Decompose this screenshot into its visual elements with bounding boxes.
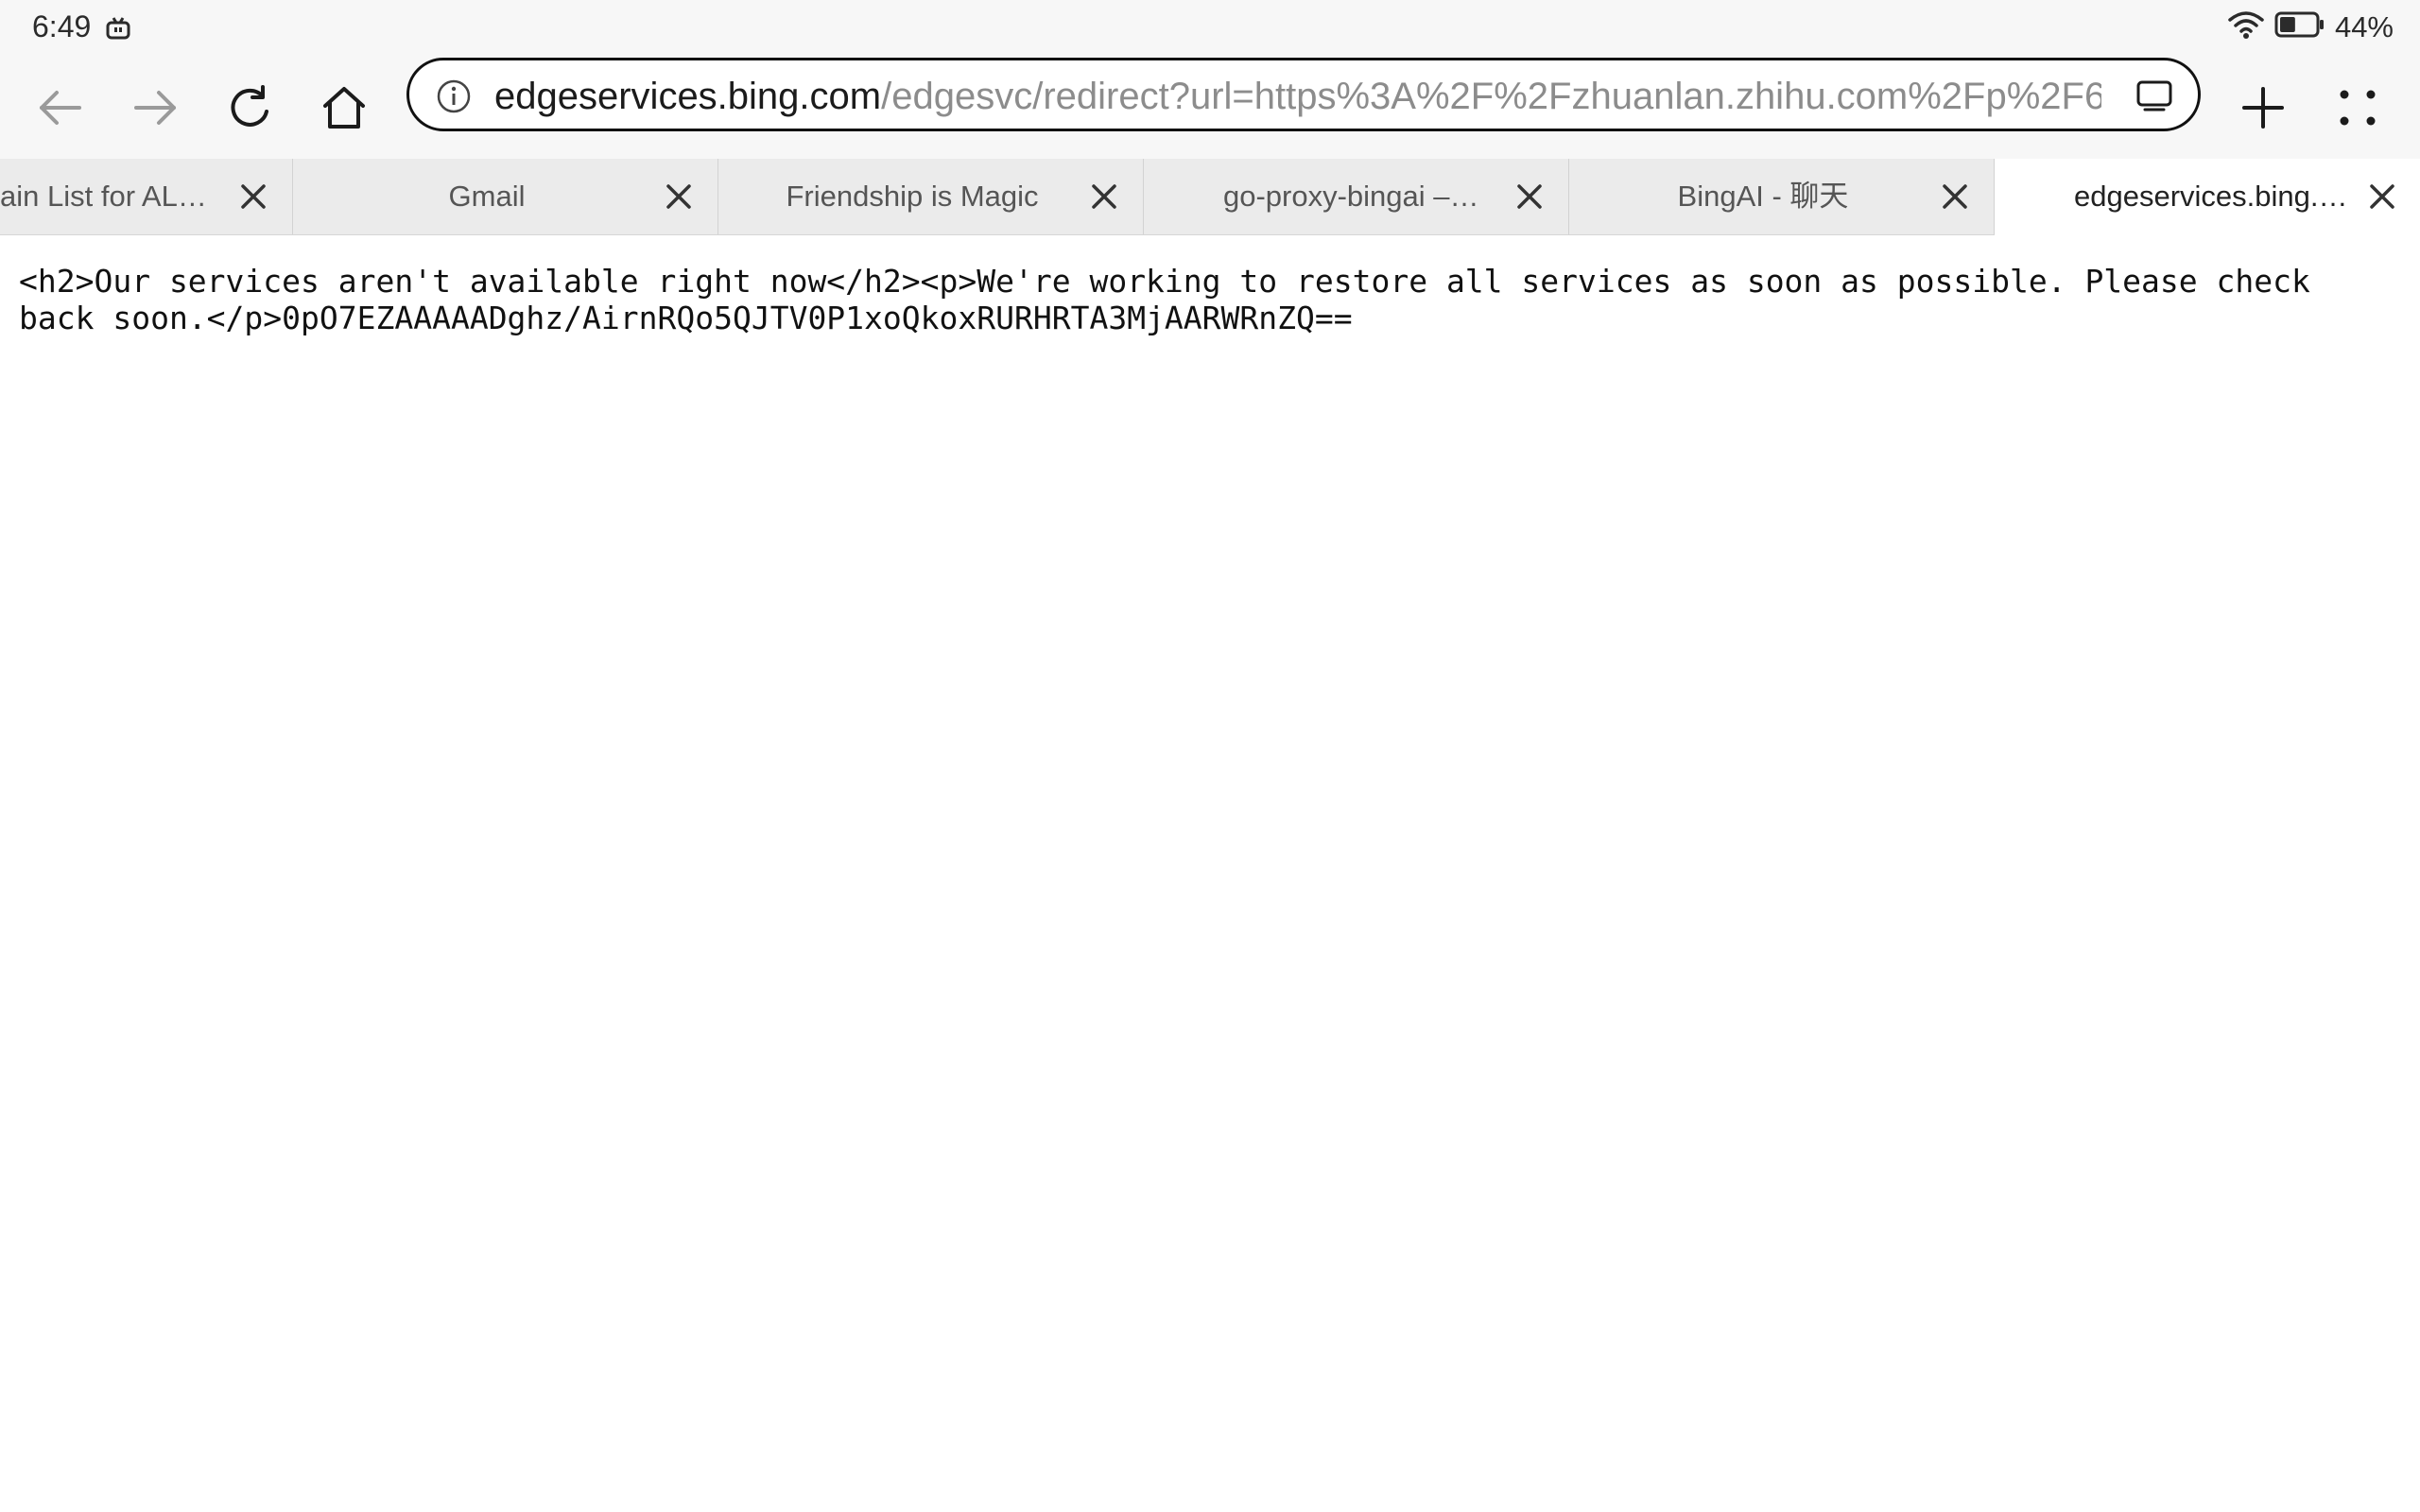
tab-strip: ain List for AL… Gmail Friendship is Mag… xyxy=(0,159,2420,235)
tab-title: BingAI - 聊天 xyxy=(1677,180,1849,213)
home-button[interactable] xyxy=(306,70,382,146)
browser-toolbar: edgeservices.bing.com/edgesvc/redirect?u… xyxy=(0,57,2420,159)
status-bar: 6:49 44% xyxy=(0,0,2420,57)
reload-button[interactable] xyxy=(212,70,287,146)
tv-icon xyxy=(106,16,130,45)
site-info-icon[interactable] xyxy=(436,78,472,119)
url-path: /edgesvc/redirect?url=https%3A%2F%2Fzhua… xyxy=(881,76,2101,117)
wifi-icon xyxy=(2227,9,2265,44)
battery-icon xyxy=(2274,10,2325,43)
tab-2[interactable]: Gmail xyxy=(293,159,718,234)
menu-button[interactable] xyxy=(2320,70,2395,146)
close-icon[interactable] xyxy=(664,181,694,212)
tab-6-active[interactable]: edgeservices.bing.… xyxy=(1995,159,2420,235)
tab-title: ain List for AL… xyxy=(0,180,207,213)
close-icon[interactable] xyxy=(1940,181,1970,212)
close-icon[interactable] xyxy=(1514,181,1545,212)
url-text[interactable]: edgeservices.bing.com/edgesvc/redirect?u… xyxy=(494,73,2101,120)
status-indicators: 44% xyxy=(2227,9,2394,44)
new-tab-button[interactable] xyxy=(2225,70,2301,146)
battery-percent: 44% xyxy=(2334,9,2394,43)
url-host: edgeservices.bing.com xyxy=(494,76,882,117)
reader-mode-icon[interactable] xyxy=(2135,79,2173,118)
forward-icon xyxy=(134,91,176,125)
tab-3[interactable]: Friendship is Magic xyxy=(718,159,1144,234)
back-button[interactable] xyxy=(23,70,98,146)
tab-4[interactable]: go-proxy-bingai –… xyxy=(1144,159,1569,234)
tab-1[interactable]: ain List for AL… xyxy=(0,159,293,234)
page-body-text: <h2>Our services aren't available right … xyxy=(19,263,2329,336)
tab-title: edgeservices.bing.… xyxy=(2074,180,2348,213)
home-icon xyxy=(323,87,365,129)
close-icon[interactable] xyxy=(1089,181,1119,212)
tab-title: go-proxy-bingai –… xyxy=(1223,180,1479,213)
reload-icon xyxy=(231,85,268,127)
menu-dots-icon xyxy=(2340,90,2376,126)
status-time: 6:49 xyxy=(32,9,92,43)
forward-button[interactable] xyxy=(117,70,193,146)
tab-5[interactable]: BingAI - 聊天 xyxy=(1569,159,1995,234)
tab-title: Gmail xyxy=(448,180,526,213)
close-icon[interactable] xyxy=(2367,181,2397,212)
back-icon xyxy=(40,91,81,125)
tab-title: Friendship is Magic xyxy=(786,180,1039,213)
close-icon[interactable] xyxy=(238,181,268,212)
address-bar[interactable]: edgeservices.bing.com/edgesvc/redirect?u… xyxy=(406,58,2201,131)
add-tab-icon xyxy=(2242,87,2284,129)
